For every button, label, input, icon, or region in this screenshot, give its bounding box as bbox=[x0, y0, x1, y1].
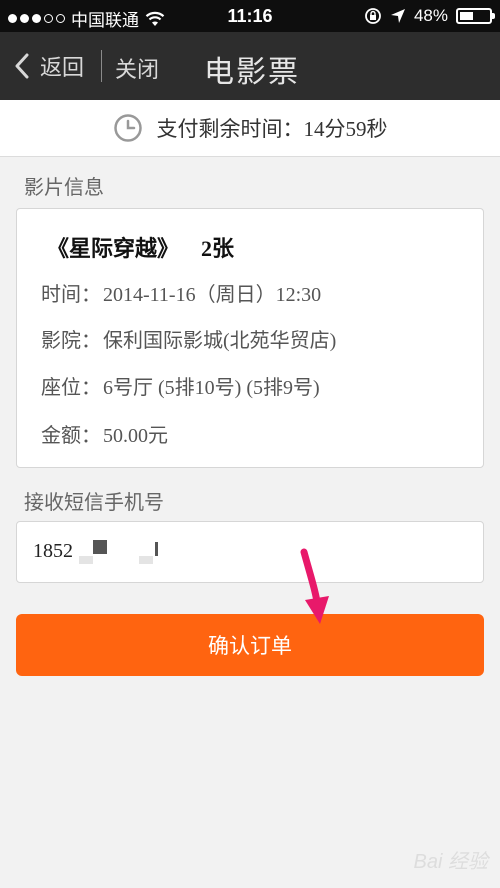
phone-input[interactable]: 1852 bbox=[16, 521, 484, 583]
battery-icon bbox=[456, 8, 495, 24]
status-right: 48% bbox=[364, 6, 495, 26]
location-icon bbox=[390, 9, 405, 23]
seat-row: 座位： 6号厅 (5排10号) (5排9号) bbox=[41, 371, 320, 400]
nav-divider bbox=[101, 50, 102, 82]
amount-label: 金额： bbox=[41, 425, 101, 447]
amount-value: 50.00元 bbox=[103, 425, 168, 447]
chevron-left-icon bbox=[15, 53, 29, 79]
battery-level bbox=[460, 12, 474, 20]
movie-title: 《星际穿越》 bbox=[47, 236, 180, 261]
seat-label: 座位： bbox=[41, 377, 101, 399]
showtime-row: 时间： 2014-11-16（周日）12:30 bbox=[41, 278, 321, 307]
confirm-order-button[interactable]: 确认订单 bbox=[16, 614, 484, 676]
cinema-row: 影院： 保利国际影城(北苑华贸店) bbox=[41, 324, 336, 353]
movie-info-card: 《星际穿越》 2张 时间： 2014-11-16（周日）12:30 影院： 保利国际影… bbox=[16, 208, 484, 468]
seat-value: 6号厅 (5排10号) (5排9号) bbox=[103, 377, 320, 399]
redaction-mask bbox=[155, 542, 158, 556]
cinema-value: 保利国际影城(北苑华贸店) bbox=[103, 330, 337, 352]
status-bar: 中国联通 11:16 48% bbox=[0, 0, 500, 32]
watermark-logo: Bai 经验 bbox=[413, 851, 488, 873]
nav-bar: 返回 关闭 电影票 bbox=[0, 32, 500, 100]
close-button[interactable]: 关闭 bbox=[115, 52, 159, 84]
movie-title-row: 《星际穿越》 2张 bbox=[47, 231, 234, 263]
showtime-label: 时间： bbox=[41, 284, 101, 306]
page-title: 电影票 bbox=[204, 56, 300, 89]
battery-percent: 48% bbox=[413, 6, 448, 25]
phone-value: 1852 bbox=[33, 540, 73, 562]
cinema-label: 影院： bbox=[41, 330, 101, 352]
back-label: 返回 bbox=[40, 55, 85, 80]
showtime-value: 2014-11-16（周日）12:30 bbox=[103, 284, 322, 306]
payment-timer: 支付剩余时间：14分59秒 bbox=[0, 100, 500, 157]
back-button[interactable]: 返回 bbox=[14, 50, 84, 82]
ticket-count: 2张 bbox=[201, 236, 235, 261]
amount-row: 金额： 50.00元 bbox=[41, 419, 168, 448]
redaction-mask bbox=[93, 540, 107, 554]
clock-icon bbox=[113, 114, 142, 142]
redaction-mask bbox=[79, 556, 93, 564]
redaction-mask bbox=[139, 556, 153, 564]
annotation-arrow-icon bbox=[300, 548, 329, 624]
movie-section-label: 影片信息 bbox=[24, 177, 104, 199]
phone-section-label: 接收短信手机号 bbox=[24, 492, 164, 514]
timer-text: 支付剩余时间：14分59秒 bbox=[156, 117, 388, 141]
rotation-lock-icon bbox=[365, 8, 381, 24]
